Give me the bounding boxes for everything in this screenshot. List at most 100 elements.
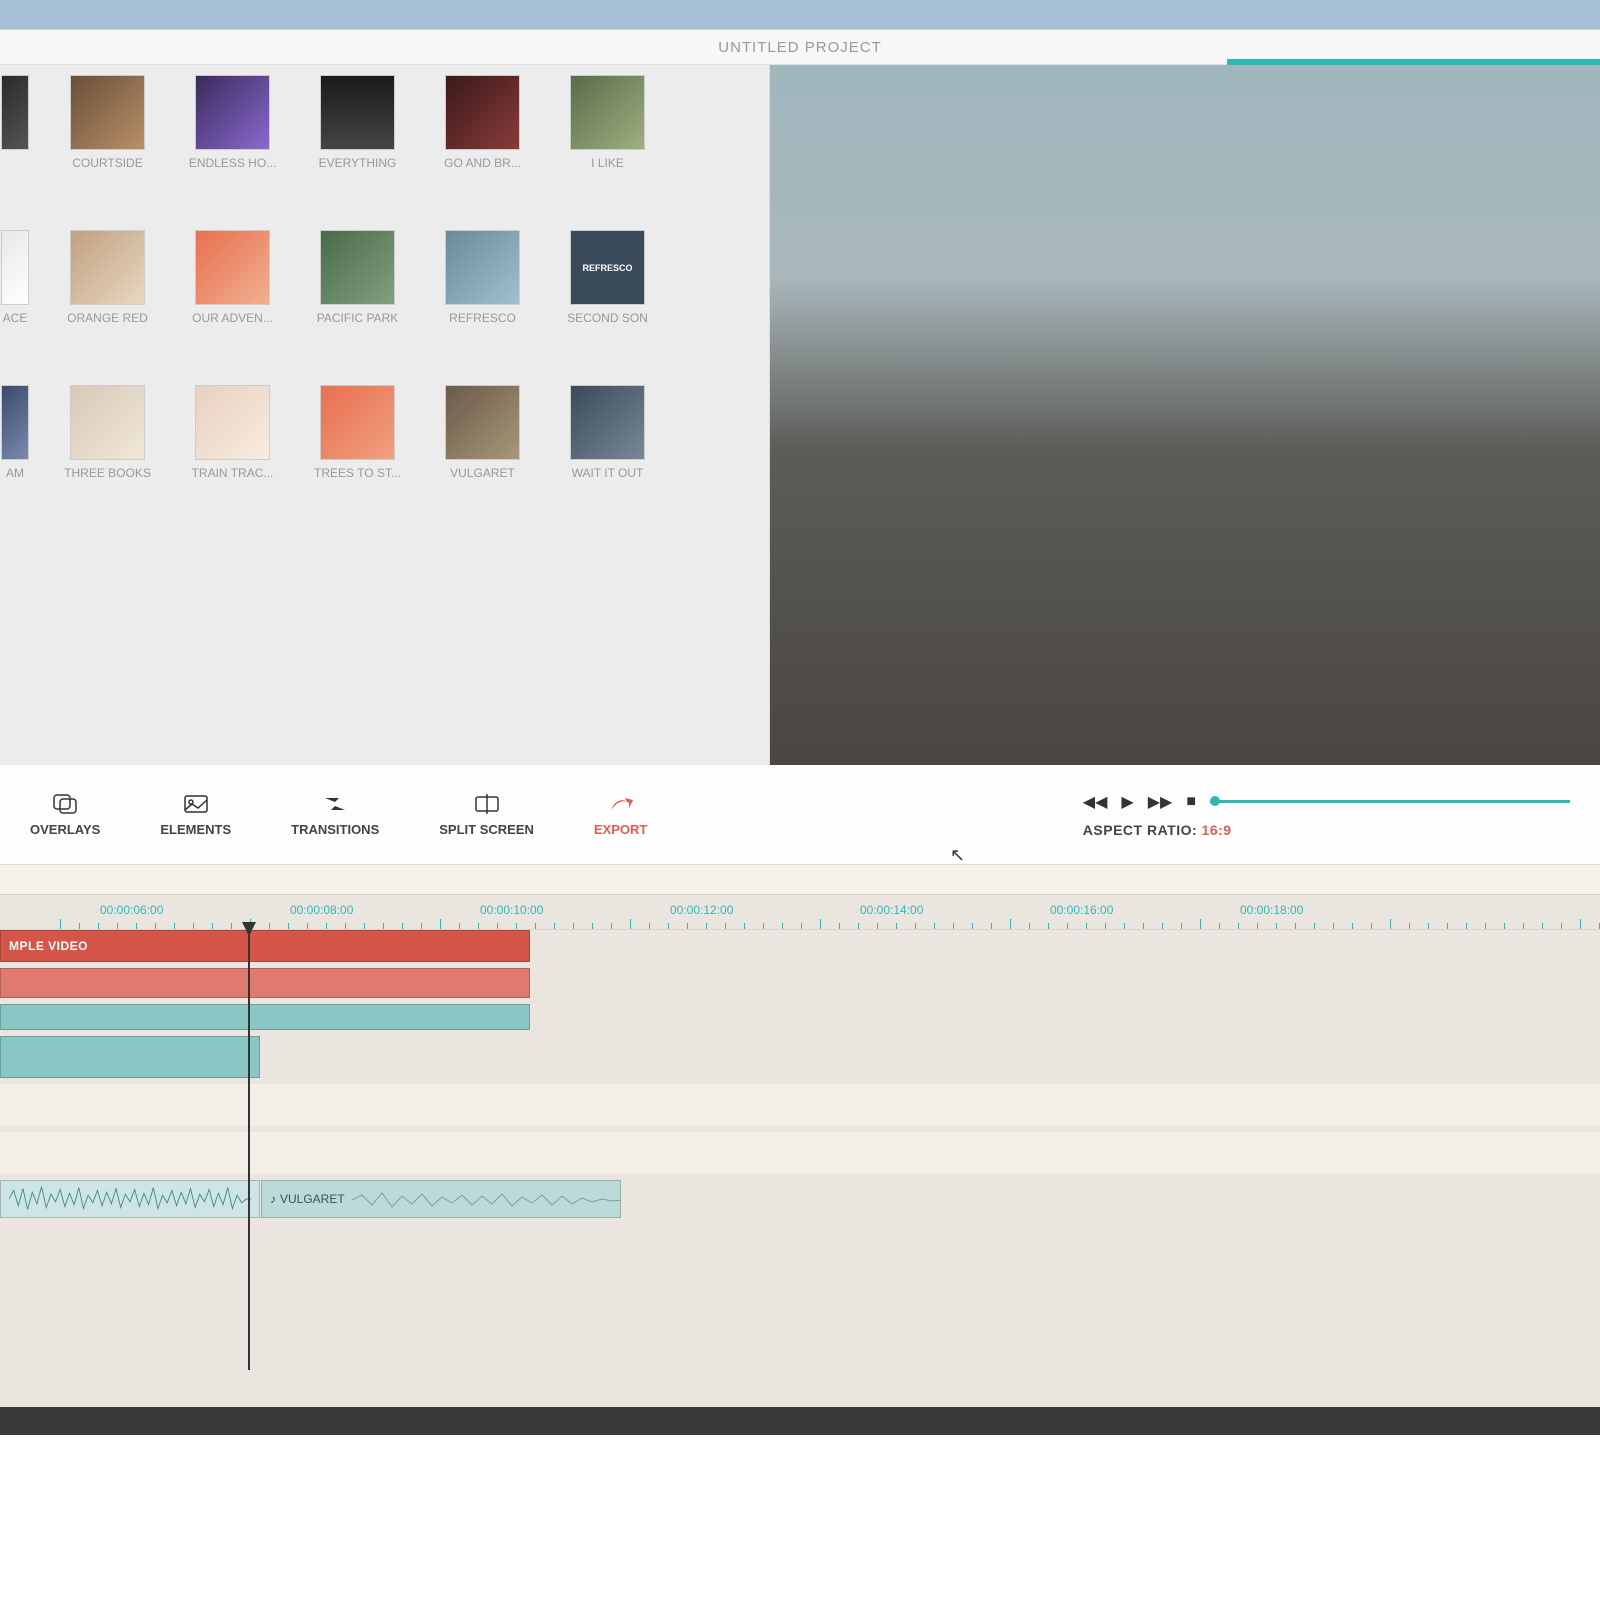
media-label: GO AND BR...	[444, 156, 521, 170]
media-thumbnail[interactable]	[1, 385, 29, 460]
elements-button[interactable]: ELEMENTS	[160, 792, 231, 837]
media-item[interactable]: OUR ADVEN...	[185, 230, 280, 325]
media-item[interactable]: I LIKE	[560, 75, 655, 170]
split-screen-button[interactable]: SPLIT SCREEN	[439, 792, 534, 837]
media-item[interactable]: PACIFIC PARK	[310, 230, 405, 325]
media-thumbnail[interactable]	[445, 75, 520, 150]
video-clip[interactable]: MPLE VIDEO	[0, 930, 530, 962]
media-item[interactable]: TRAIN TRAC...	[185, 385, 280, 480]
media-thumbnail[interactable]	[320, 385, 395, 460]
media-label: I LIKE	[591, 156, 624, 170]
transitions-button[interactable]: TRANSITIONS	[291, 792, 379, 837]
cursor-icon: ↖	[950, 845, 965, 866]
video-track-2[interactable]	[0, 968, 1600, 998]
media-item[interactable]: THREE BOOKS	[60, 385, 155, 480]
status-bar	[0, 1407, 1600, 1435]
audio-clip-1[interactable]	[0, 1004, 530, 1030]
video-track-1[interactable]: MPLE VIDEO	[0, 930, 1600, 962]
playback-controls: ◀◀ ▶ ▶▶ ■ ASPECT RATIO: 16:9	[1083, 792, 1570, 838]
ruler-timestamp: 00:00:08:00	[290, 903, 353, 917]
media-label: OUR ADVEN...	[192, 311, 273, 325]
media-thumbnail[interactable]	[195, 385, 270, 460]
timeline-toolbar	[0, 865, 1600, 895]
media-thumbnail[interactable]	[570, 75, 645, 150]
empty-track-1[interactable]	[0, 1084, 1600, 1126]
media-thumbnail[interactable]	[70, 385, 145, 460]
ruler-timestamp: 00:00:10:00	[480, 903, 543, 917]
transitions-icon	[321, 792, 349, 816]
media-thumbnail[interactable]	[1, 75, 29, 150]
audio-track-2[interactable]	[0, 1036, 1600, 1078]
media-item[interactable]: EVERYTHING	[310, 75, 405, 170]
media-item[interactable]: AM	[0, 385, 30, 480]
media-label: REFRESCO	[449, 311, 516, 325]
media-thumbnail[interactable]	[320, 75, 395, 150]
media-label: WAIT IT OUT	[572, 466, 644, 480]
media-label: ORANGE RED	[67, 311, 148, 325]
ruler-timestamp: 00:00:12:00	[670, 903, 733, 917]
media-thumbnail[interactable]: REFRESCO	[570, 230, 645, 305]
ruler-timestamp: 00:00:14:00	[860, 903, 923, 917]
aspect-ratio-value: 16:9	[1202, 822, 1232, 838]
media-thumbnail[interactable]	[70, 75, 145, 150]
music-clip-vulgaret[interactable]: ♪ VULGARET	[261, 1180, 621, 1218]
progress-handle[interactable]	[1210, 796, 1220, 806]
media-thumbnail[interactable]	[195, 75, 270, 150]
overlays-icon	[51, 792, 79, 816]
audio-track-1[interactable]	[0, 1004, 1600, 1030]
media-label: PACIFIC PARK	[317, 311, 399, 325]
music-note-icon: ♪	[270, 1192, 276, 1206]
media-label: AM	[6, 466, 24, 480]
export-button[interactable]: EXPORT	[594, 792, 647, 837]
music-clip-wave-1[interactable]	[0, 1180, 260, 1218]
media-item[interactable]: ORANGE RED	[60, 230, 155, 325]
preview-video-frame[interactable]	[770, 65, 1600, 765]
media-label: EVERYTHING	[319, 156, 397, 170]
export-icon	[607, 792, 635, 816]
split-screen-icon	[473, 792, 501, 816]
video-clip-thumb[interactable]	[0, 968, 530, 998]
project-title: UNTITLED PROJECT	[718, 39, 882, 56]
playback-progress[interactable]	[1210, 800, 1570, 803]
media-label: COURTSIDE	[72, 156, 142, 170]
timeline-panel: 00:00:06:00 00:00:08:00 00:00:10:00 00:00:1…	[0, 865, 1600, 1435]
audio-clip-2[interactable]	[0, 1036, 260, 1078]
media-thumbnail[interactable]	[445, 230, 520, 305]
playhead[interactable]	[248, 930, 250, 1370]
media-label: ENDLESS HO...	[189, 156, 276, 170]
media-item[interactable]: GO AND BR...	[435, 75, 530, 170]
media-item[interactable]	[0, 75, 30, 170]
media-thumbnail[interactable]	[1, 230, 29, 305]
forward-button[interactable]: ▶▶	[1148, 792, 1173, 812]
aspect-ratio-label: ASPECT RATIO: 16:9	[1083, 822, 1570, 838]
media-item[interactable]: COURTSIDE	[60, 75, 155, 170]
ruler-timestamp: 00:00:06:00	[100, 903, 163, 917]
media-label: THREE BOOKS	[64, 466, 151, 480]
media-thumbnail[interactable]	[570, 385, 645, 460]
ruler-timestamp: 00:00:16:00	[1050, 903, 1113, 917]
stop-button[interactable]: ■	[1186, 793, 1196, 811]
media-item[interactable]: TREES TO ST...	[310, 385, 405, 480]
timeline-ruler[interactable]: 00:00:06:00 00:00:08:00 00:00:10:00 00:00:1…	[0, 895, 1600, 930]
toolbar: OVERLAYS ELEMENTS TRANSITIONS SPLIT SCRE…	[0, 765, 1600, 865]
elements-icon	[182, 792, 210, 816]
media-library-panel: COURTSIDE ENDLESS HO... EVERYTHING GO AND B…	[0, 65, 770, 765]
overlays-button[interactable]: OVERLAYS	[30, 792, 100, 837]
media-thumbnail[interactable]	[195, 230, 270, 305]
media-item[interactable]: ACE	[0, 230, 30, 325]
preview-progress-indicator	[1227, 59, 1600, 65]
media-thumbnail[interactable]	[445, 385, 520, 460]
media-thumbnail[interactable]	[70, 230, 145, 305]
media-item[interactable]: WAIT IT OUT	[560, 385, 655, 480]
media-item[interactable]: REFRESCOSECOND SON	[560, 230, 655, 325]
play-button[interactable]: ▶	[1121, 792, 1133, 812]
media-label: TREES TO ST...	[314, 466, 401, 480]
window-titlebar	[0, 0, 1600, 30]
music-track[interactable]: ♪ VULGARET	[0, 1180, 1600, 1218]
rewind-button[interactable]: ◀◀	[1083, 792, 1108, 812]
empty-track-2[interactable]	[0, 1132, 1600, 1174]
media-item[interactable]: ENDLESS HO...	[185, 75, 280, 170]
media-thumbnail[interactable]	[320, 230, 395, 305]
media-item[interactable]: REFRESCO	[435, 230, 530, 325]
media-item[interactable]: VULGARET	[435, 385, 530, 480]
